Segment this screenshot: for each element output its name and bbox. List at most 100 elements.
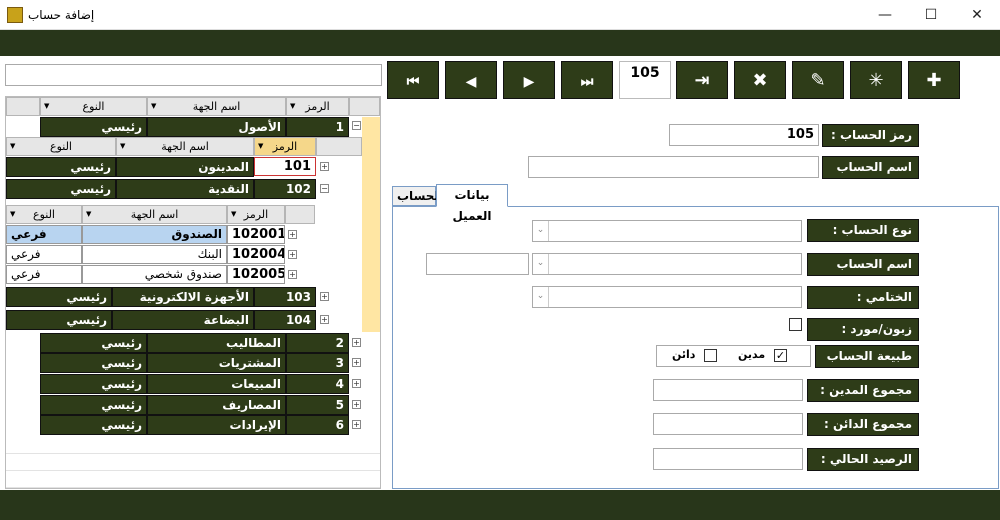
customer-supplier-checkbox[interactable]: [789, 318, 802, 331]
row-code[interactable]: 4: [286, 374, 349, 394]
record-counter: 105: [619, 61, 671, 99]
debit-total-field[interactable]: [653, 379, 803, 401]
row-code-selected[interactable]: 101: [254, 157, 316, 176]
row-code[interactable]: 2: [286, 333, 349, 353]
row-code[interactable]: 102001: [227, 225, 285, 244]
header-code-l3[interactable]: ▼ الرمز: [227, 205, 285, 224]
expand-icon[interactable]: +: [352, 379, 361, 388]
chevron-down-icon: ⌄: [533, 221, 549, 241]
row-name[interactable]: المبيعات: [147, 374, 286, 394]
next-icon: ▶: [523, 74, 535, 90]
first-record-button[interactable]: ⏮: [387, 61, 439, 99]
collapse-icon[interactable]: −: [320, 184, 329, 193]
row-name[interactable]: الأصول: [147, 117, 286, 137]
header-entity-l2[interactable]: ▼ اسم الجهة: [116, 137, 254, 156]
delete-button[interactable]: ✖: [734, 61, 786, 99]
row-code[interactable]: 5: [286, 395, 349, 415]
closing-select[interactable]: ⌄: [532, 286, 802, 308]
header-code[interactable]: ▼ الرمز: [286, 97, 349, 116]
row-code[interactable]: 103: [254, 287, 316, 307]
tab-account[interactable]: الحساب: [392, 186, 443, 206]
row-name[interactable]: المصاريف: [147, 395, 286, 415]
header-type-l3[interactable]: ▼ النوع: [6, 205, 82, 224]
row-type[interactable]: رئيسي: [6, 310, 112, 330]
row-name[interactable]: المطاليب: [147, 333, 286, 353]
row-type[interactable]: فرعي: [6, 245, 82, 264]
bottom-band: [0, 490, 1000, 520]
parent-account-select[interactable]: ⌄: [532, 253, 802, 275]
row-type[interactable]: رئيسي: [40, 333, 147, 353]
parent-account-code-field[interactable]: [426, 253, 529, 275]
expand-icon[interactable]: +: [352, 338, 361, 347]
debit-checkbox[interactable]: ✓: [774, 349, 787, 362]
header-code-l2[interactable]: ▼ الرمز: [254, 137, 316, 156]
row-type[interactable]: رئيسي: [6, 157, 116, 177]
accounts-tree-grid[interactable]: ▼ النوع ▼ اسم الجهة ▼ الرمز رئيسي الأصول 1 …: [5, 96, 381, 489]
row-code[interactable]: 3: [286, 353, 349, 373]
row-type[interactable]: رئيسي: [40, 117, 147, 137]
balance-label: الرصيد الحالي :: [807, 448, 919, 471]
row-type[interactable]: رئيسي: [40, 395, 147, 415]
row-name[interactable]: الإيرادات: [147, 415, 286, 435]
chevron-down-icon: ⌄: [533, 254, 549, 274]
close-window-button[interactable]: ✕: [954, 0, 1000, 30]
balance-field[interactable]: [653, 448, 803, 470]
header-type-l2[interactable]: ▼ النوع: [6, 137, 116, 156]
header-entity-l3[interactable]: ▼ اسم الجهة: [82, 205, 227, 224]
row-code[interactable]: 102005: [227, 265, 285, 284]
debit-label: مدين: [738, 348, 766, 361]
maximize-button[interactable]: ☐: [908, 0, 954, 30]
add-button[interactable]: ✚: [908, 61, 960, 99]
minimize-button[interactable]: —: [862, 0, 908, 30]
row-type[interactable]: رئيسي: [40, 353, 147, 373]
row-code[interactable]: 104: [254, 310, 316, 330]
expand-icon[interactable]: +: [320, 162, 329, 171]
row-name[interactable]: المدينون: [116, 157, 254, 177]
chevron-down-icon: ⌄: [533, 287, 549, 307]
row-code[interactable]: 6: [286, 415, 349, 435]
row-name[interactable]: البنك: [82, 245, 227, 264]
account-type-select[interactable]: ⌄: [532, 220, 802, 242]
expand-icon[interactable]: +: [320, 292, 329, 301]
row-type[interactable]: فرعي: [6, 265, 82, 284]
credit-total-field[interactable]: [653, 413, 803, 435]
row-code[interactable]: 102004: [227, 245, 285, 264]
credit-checkbox[interactable]: [704, 349, 717, 362]
expand-icon[interactable]: +: [352, 400, 361, 409]
row-name[interactable]: الأجهزة الالكترونية: [112, 287, 254, 307]
header-type[interactable]: ▼ النوع: [40, 97, 147, 116]
expand-icon[interactable]: +: [320, 315, 329, 324]
new-star-button[interactable]: ✳: [850, 61, 902, 99]
expand-icon[interactable]: +: [288, 270, 297, 279]
row-code[interactable]: 1: [286, 117, 349, 137]
row-name[interactable]: البضاعة: [112, 310, 254, 330]
tab-customer-data[interactable]: بيانات العميل: [436, 184, 508, 223]
row-name[interactable]: النقدية: [116, 179, 254, 199]
header-code-label: الرمز: [305, 100, 330, 113]
prev-record-button[interactable]: ◀: [445, 61, 497, 99]
expand-icon[interactable]: +: [288, 250, 297, 259]
row-type[interactable]: رئيسي: [40, 374, 147, 394]
header-entity[interactable]: ▼ اسم الجهة: [147, 97, 286, 116]
expand-icon[interactable]: +: [352, 420, 361, 429]
collapse-icon[interactable]: −: [352, 121, 361, 130]
expand-icon[interactable]: +: [288, 230, 297, 239]
row-name[interactable]: صندوق شخصي: [82, 265, 227, 284]
row-code[interactable]: 102: [254, 179, 316, 199]
row-type[interactable]: فرعي: [6, 225, 82, 244]
edit-button[interactable]: ✎: [792, 61, 844, 99]
search-input[interactable]: [5, 64, 382, 86]
row-type[interactable]: رئيسي: [40, 415, 147, 435]
account-name-field[interactable]: [528, 156, 819, 178]
row-type[interactable]: رئيسي: [6, 179, 116, 199]
header-code-l2-label: الرمز: [272, 140, 298, 153]
last-record-button[interactable]: ⏭: [561, 61, 613, 99]
exit-button[interactable]: ⇥: [676, 61, 728, 99]
credit-label: دائن: [672, 348, 696, 361]
row-name[interactable]: المشتريات: [147, 353, 286, 373]
account-code-field[interactable]: 105: [669, 124, 819, 146]
expand-icon[interactable]: +: [352, 358, 361, 367]
next-record-button[interactable]: ▶: [503, 61, 555, 99]
row-type[interactable]: رئيسي: [6, 287, 112, 307]
row-name[interactable]: الصندوق: [82, 225, 227, 244]
